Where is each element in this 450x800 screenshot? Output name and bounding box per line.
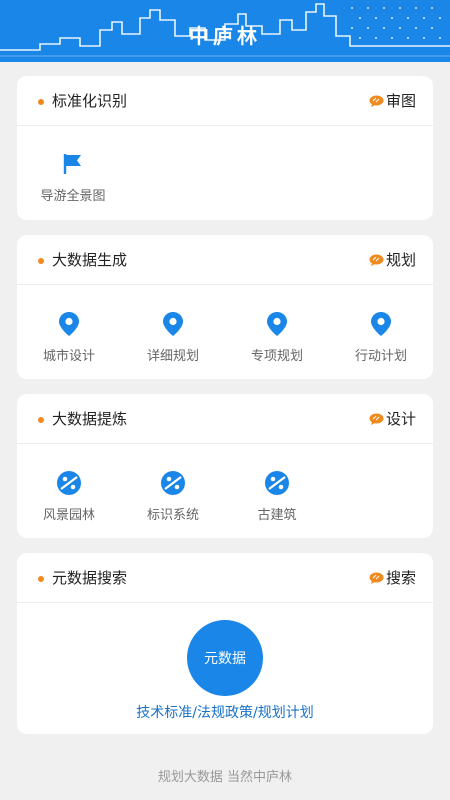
item-special-planning[interactable]: 专项规划 bbox=[225, 311, 329, 364]
item-label: 古建筑 bbox=[257, 508, 297, 523]
section-standard-recognition: 标准化识别 审图 导游全景图 bbox=[17, 76, 433, 220]
bullet-dot-icon bbox=[38, 99, 44, 105]
item-ancient-architecture[interactable]: 古建筑 bbox=[225, 470, 329, 523]
review-drawing-link[interactable]: 审图 bbox=[369, 90, 416, 111]
compass-icon bbox=[264, 470, 290, 496]
location-pin-icon bbox=[368, 311, 394, 337]
bullet-dot-icon bbox=[38, 417, 44, 423]
section-action-label: 规划 bbox=[385, 251, 416, 269]
section-header: 大数据生成 规划 bbox=[17, 235, 433, 285]
item-urban-design[interactable]: 城市设计 bbox=[17, 311, 121, 364]
bullet-dot-icon bbox=[38, 258, 44, 264]
item-landscape-garden[interactable]: 风景园林 bbox=[17, 470, 121, 523]
search-link[interactable]: 搜索 bbox=[369, 567, 416, 588]
location-pin-icon bbox=[160, 311, 186, 337]
app-header: 中庐林 bbox=[0, 0, 450, 62]
planning-link[interactable]: 规划 bbox=[369, 249, 416, 270]
location-pin-icon bbox=[264, 311, 290, 337]
compass-icon bbox=[160, 470, 186, 496]
item-detailed-planning[interactable]: 详细规划 bbox=[121, 311, 225, 364]
chat-bubble-icon bbox=[369, 413, 384, 425]
chat-bubble-icon bbox=[369, 95, 384, 107]
section-items: 城市设计 详细规划 专项规划 行动计划 bbox=[17, 311, 433, 364]
app-title: 中庐林 bbox=[189, 24, 261, 48]
section-metadata-search: 元数据搜索 搜索 元数据 技术标准/法规政策/规划计划 bbox=[17, 553, 433, 734]
section-action-label: 搜索 bbox=[385, 569, 416, 587]
section-header: 元数据搜索 搜索 bbox=[17, 553, 433, 603]
section-action-label: 审图 bbox=[385, 92, 416, 110]
section-title: 标准化识别 bbox=[52, 92, 128, 110]
section-title: 大数据提炼 bbox=[52, 410, 128, 428]
section-header: 标准化识别 审图 bbox=[17, 76, 433, 126]
flag-icon bbox=[60, 151, 86, 177]
item-label: 专项规划 bbox=[250, 349, 303, 364]
metadata-button[interactable]: 元数据 bbox=[187, 620, 263, 696]
section-big-data-refinement: 大数据提炼 设计 风景园林 标识系统 古建筑 bbox=[17, 394, 433, 538]
item-label: 行动计划 bbox=[354, 349, 407, 364]
section-title: 元数据搜索 bbox=[52, 569, 128, 587]
metadata-category-links[interactable]: 技术标准/法规政策/规划计划 bbox=[17, 702, 433, 722]
location-pin-icon bbox=[56, 311, 82, 337]
item-label: 城市设计 bbox=[42, 349, 95, 364]
item-signage-system[interactable]: 标识系统 bbox=[121, 470, 225, 523]
chat-bubble-icon bbox=[369, 254, 384, 266]
item-label: 导游全景图 bbox=[40, 189, 106, 204]
item-label: 风景园林 bbox=[42, 508, 95, 523]
section-header: 大数据提炼 设计 bbox=[17, 394, 433, 444]
item-label: 详细规划 bbox=[146, 349, 199, 364]
item-guide-panorama[interactable]: 导游全景图 bbox=[17, 151, 129, 204]
footer-slogan: 规划大数据 当然中庐林 bbox=[157, 770, 293, 785]
section-action-label: 设计 bbox=[385, 410, 416, 428]
design-link[interactable]: 设计 bbox=[369, 408, 416, 429]
section-items: 导游全景图 bbox=[17, 151, 433, 204]
item-label: 标识系统 bbox=[146, 508, 199, 523]
chat-bubble-icon bbox=[369, 572, 384, 584]
section-items: 风景园林 标识系统 古建筑 bbox=[17, 470, 433, 523]
bullet-dot-icon bbox=[38, 576, 44, 582]
compass-icon bbox=[56, 470, 82, 496]
section-big-data-generation: 大数据生成 规划 城市设计 详细规划 专项规划 行动计划 bbox=[17, 235, 433, 379]
section-title: 大数据生成 bbox=[52, 251, 128, 269]
item-action-plan[interactable]: 行动计划 bbox=[329, 311, 433, 364]
